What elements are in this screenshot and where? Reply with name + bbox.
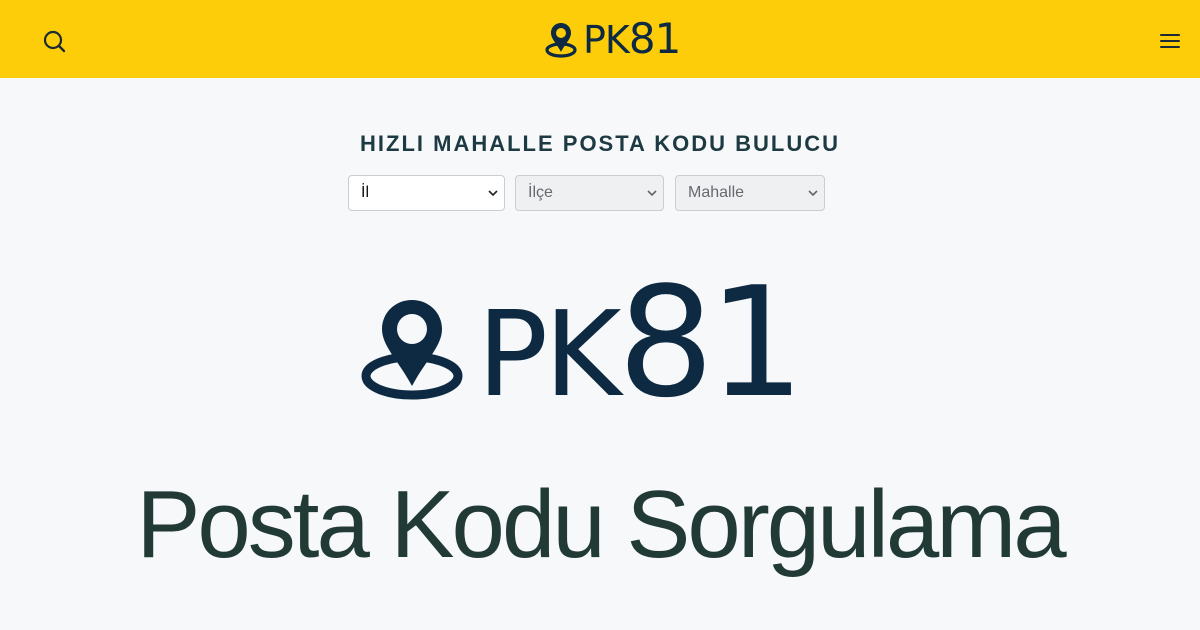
hero-logo-text: PK81 (477, 267, 805, 465)
hero-logo-prefix: PK (477, 285, 622, 423)
chevron-down-icon (488, 190, 498, 197)
hero-tagline: Posta Kodu Sorgulama (136, 471, 1066, 578)
mahalle-select[interactable]: Mahalle (675, 175, 825, 211)
header-logo-prefix: PK (583, 17, 630, 62)
chevron-down-icon (647, 190, 657, 197)
hamburger-menu-icon[interactable] (1158, 30, 1182, 52)
mahalle-select-value: Mahalle (688, 184, 745, 201)
ilce-select[interactable]: İlçe (515, 175, 664, 211)
hero-location-pin-icon (361, 300, 463, 400)
il-select[interactable]: İl (348, 175, 505, 211)
search-icon[interactable] (40, 28, 68, 56)
header-logo-number: 81 (628, 13, 681, 63)
site-header: PK81 (0, 0, 1200, 78)
site-logo[interactable]: PK81 (545, 13, 681, 63)
finder-title: HIZLI MAHALLE POSTA KODU BULUCU (360, 131, 840, 156)
chevron-down-icon (808, 190, 818, 197)
header-logo-text: PK81 (583, 13, 681, 63)
hero-logo-number: 81 (617, 254, 805, 431)
ilce-select-value: İlçe (528, 184, 553, 201)
location-pin-icon (545, 23, 577, 58)
il-select-value: İl (361, 184, 369, 201)
